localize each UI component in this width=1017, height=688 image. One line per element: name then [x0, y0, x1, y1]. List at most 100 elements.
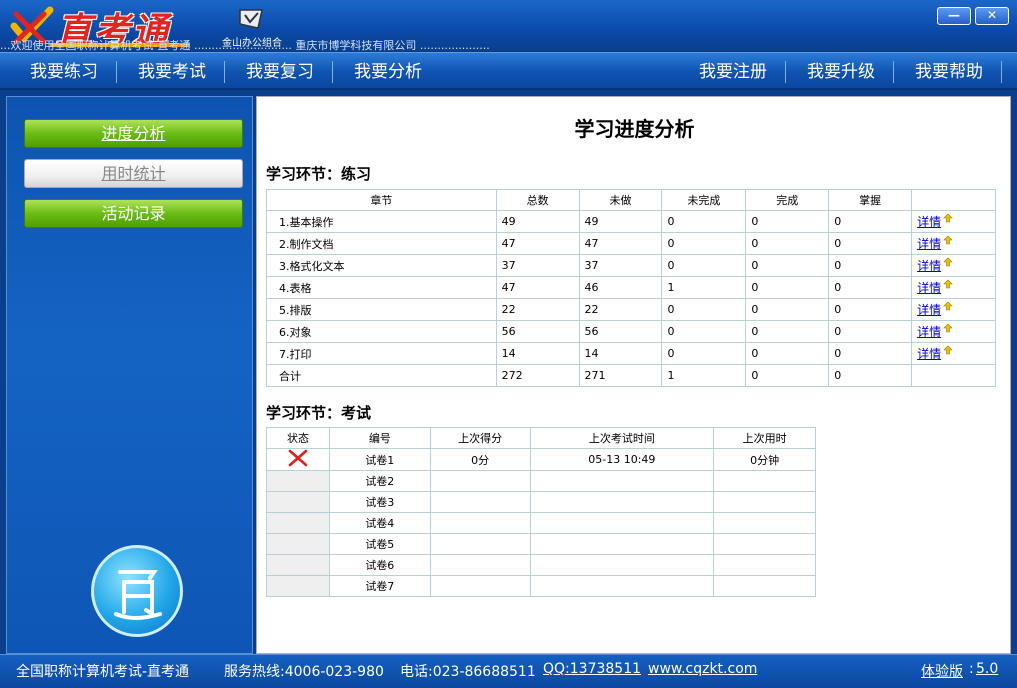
sidebar: 进度分析 用时统计 活动记录 [6, 96, 253, 654]
main-menu: 我要练习 我要考试 我要复习 我要分析 我要注册 我要升级 我要帮助 [0, 52, 1017, 90]
version-separator: : [969, 661, 974, 677]
detail-link[interactable]: 详情 [917, 237, 941, 251]
cell-duration [713, 575, 816, 597]
sidebar-item-time-stats[interactable]: 用时统计 [24, 159, 243, 188]
detail-link[interactable]: 详情 [917, 215, 941, 229]
menu-analysis[interactable]: 我要分析 [354, 61, 422, 85]
cell-score [429, 575, 531, 597]
cell-done: 0 [745, 320, 830, 343]
col-action [911, 189, 996, 211]
detail-link[interactable]: 详情 [917, 259, 941, 273]
cell-id[interactable]: 试卷7 [328, 575, 431, 597]
cell-status [266, 491, 330, 513]
up-arrow-icon [943, 213, 953, 223]
menu-separator [332, 61, 333, 83]
table-header-row: 章节 总数 未做 未完成 完成 掌握 [266, 189, 996, 211]
cell-duration [713, 554, 816, 576]
table-row: 7.打印 14 14 0 0 0 详情 [266, 342, 996, 365]
table-row: 试卷6 [266, 554, 816, 576]
cell-time [529, 491, 715, 513]
cell-id[interactable]: 试卷3 [328, 491, 431, 513]
total-chapter: 合计 [266, 364, 497, 387]
cell-id[interactable]: 试卷4 [328, 512, 431, 534]
cell-duration [713, 512, 816, 534]
tong-glyph-icon [114, 570, 162, 620]
qq-link[interactable]: QQ:13738511 [543, 661, 641, 677]
cell-score [429, 512, 531, 534]
cell-incomplete: 0 [661, 210, 747, 233]
cell-status [266, 533, 330, 555]
menu-exam[interactable]: 我要考试 [138, 61, 206, 85]
cell-id[interactable]: 试卷6 [328, 554, 431, 576]
website-link[interactable]: www.cqzkt.com [648, 661, 757, 677]
sidebar-item-activity-log[interactable]: 活动记录 [24, 199, 243, 228]
cell-score [429, 491, 531, 513]
cell-status [266, 470, 330, 492]
cell-duration [713, 491, 816, 513]
minimize-button[interactable]: — [937, 7, 971, 25]
col-paper-id: 编号 [328, 427, 431, 449]
total-done: 0 [745, 364, 830, 387]
cell-mastered: 0 [828, 276, 913, 299]
detail-link[interactable]: 详情 [917, 347, 941, 361]
cell-done: 0 [745, 232, 830, 255]
up-arrow-icon [943, 345, 953, 355]
table-row: 试卷3 [266, 491, 816, 513]
menu-separator [785, 61, 786, 83]
cell-action: 详情 [911, 320, 996, 343]
menu-practice[interactable]: 我要练习 [30, 61, 98, 85]
cell-undone: 49 [578, 210, 663, 233]
content-panel: 学习进度分析 学习环节：练习 章节 总数 未做 未完成 完成 掌握 1.基本操作… [256, 96, 1011, 654]
cell-done: 0 [745, 210, 830, 233]
cell-id[interactable]: 试卷1 [328, 448, 431, 471]
menu-separator [116, 61, 117, 83]
cell-incomplete: 0 [661, 232, 747, 255]
detail-link[interactable]: 详情 [917, 325, 941, 339]
col-last-duration: 上次用时 [713, 427, 816, 449]
detail-link[interactable]: 详情 [917, 281, 941, 295]
status-bar: 全国职称计算机考试-直考通 服务热线:4006-023-980 电话:023-8… [0, 654, 1017, 688]
menu-separator [224, 61, 225, 83]
kingsoft-logo-icon [239, 9, 263, 29]
cell-undone: 37 [578, 254, 663, 277]
fail-cross-icon [288, 449, 308, 467]
cell-id[interactable]: 试卷2 [328, 470, 431, 492]
cell-action: 详情 [911, 210, 996, 233]
cell-done: 0 [745, 298, 830, 321]
cell-time [529, 533, 715, 555]
detail-link[interactable]: 详情 [917, 303, 941, 317]
cell-action: 详情 [911, 298, 996, 321]
cell-chapter: 3.格式化文本 [266, 254, 497, 277]
cell-incomplete: 0 [661, 342, 747, 365]
cell-action: 详情 [911, 276, 996, 299]
cell-status [266, 575, 330, 597]
cell-total: 49 [495, 210, 580, 233]
cell-status [266, 448, 330, 471]
cell-incomplete: 0 [661, 298, 747, 321]
cell-total: 37 [495, 254, 580, 277]
cell-status [266, 512, 330, 534]
cell-id[interactable]: 试卷5 [328, 533, 431, 555]
version-label[interactable]: 体验版 [921, 661, 963, 681]
cell-action: 详情 [911, 254, 996, 277]
close-button[interactable]: ✕ [975, 7, 1009, 25]
cell-time: 05-13 10:49 [529, 448, 715, 471]
menu-separator [1001, 61, 1002, 83]
cell-score [429, 554, 531, 576]
menu-upgrade[interactable]: 我要升级 [807, 61, 875, 85]
cell-time [529, 575, 715, 597]
cell-mastered: 0 [828, 210, 913, 233]
title-bar: 直考通 金山办公组合 ...欢迎使用全国职称计算机考试-直考通 ........… [0, 0, 1017, 52]
menu-separator [893, 61, 894, 83]
table-row: 试卷4 [266, 512, 816, 534]
up-arrow-icon [943, 301, 953, 311]
menu-review[interactable]: 我要复习 [246, 61, 314, 85]
menu-register[interactable]: 我要注册 [699, 61, 767, 85]
total-mastered: 0 [828, 364, 913, 387]
cell-mastered: 0 [828, 254, 913, 277]
total-total: 272 [495, 364, 580, 387]
menu-help[interactable]: 我要帮助 [915, 61, 983, 85]
sidebar-item-progress[interactable]: 进度分析 [24, 119, 243, 148]
cell-done: 0 [745, 342, 830, 365]
total-action [911, 364, 996, 387]
